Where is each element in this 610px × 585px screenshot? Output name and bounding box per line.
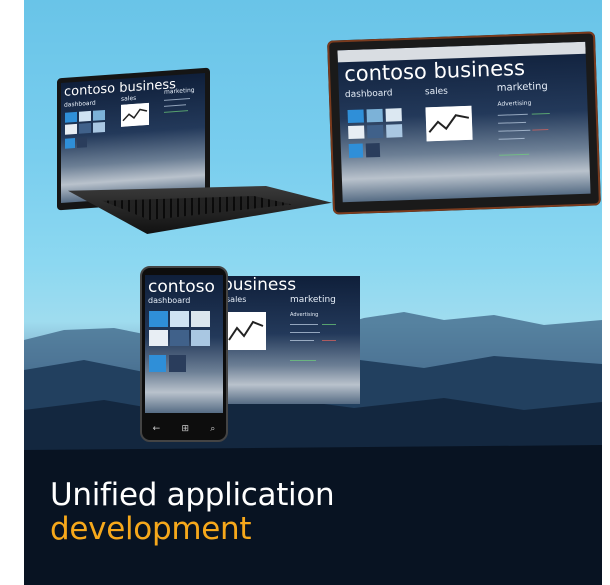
monitor-tile <box>347 109 364 124</box>
laptop-text-line <box>164 104 186 107</box>
monitor-text-line <box>532 129 549 131</box>
phone-tile <box>191 330 210 346</box>
phone-hardware-buttons: ← ⊞ ⌕ <box>142 424 226 434</box>
panel-sales-chart <box>226 312 266 350</box>
monitor-text-line <box>497 113 528 116</box>
laptop-tile <box>77 137 87 148</box>
page: contoso business dashboard sales marketi… <box>0 0 610 585</box>
hero-scene: contoso business dashboard sales marketi… <box>24 0 602 585</box>
phone-tile <box>149 330 168 346</box>
monitor-text-line <box>499 153 530 156</box>
laptop-tile <box>79 110 91 122</box>
phone-device: contoso dashboard ← ⊞ ⌕ <box>140 266 228 442</box>
phone-tile <box>191 311 210 327</box>
back-icon[interactable]: ← <box>153 424 161 434</box>
phone-tile <box>149 355 166 372</box>
windows-icon[interactable]: ⊞ <box>181 424 189 434</box>
monitor-text-line <box>498 129 531 132</box>
monitor-sales-chart <box>425 105 473 142</box>
phone-tile <box>170 330 189 346</box>
monitor-text-line <box>531 113 550 115</box>
extended-app-panel: business sales marketing Advertising <box>224 276 360 404</box>
laptop-tile <box>93 109 105 121</box>
phone-tile <box>149 311 168 327</box>
monitor-tile <box>386 124 403 138</box>
panel-app-title-fragment: business <box>224 276 297 295</box>
monitor-tile <box>366 108 383 123</box>
phone-section-dashboard: dashboard <box>148 296 191 305</box>
laptop-screen: contoso business dashboard sales marketi… <box>61 72 205 204</box>
monitor-screen: contoso business dashboard sales marketi… <box>337 41 591 203</box>
monitor-tile <box>365 142 381 158</box>
phone-tile <box>170 311 189 327</box>
monitor-section-dashboard: dashboard <box>344 88 393 101</box>
laptop-text-line <box>164 98 190 101</box>
monitor-section-marketing: marketing <box>496 81 548 94</box>
search-icon[interactable]: ⌕ <box>210 424 215 434</box>
phone-screen: contoso dashboard <box>145 275 223 413</box>
caption: Unified application development <box>50 478 570 546</box>
monitor-text-line <box>498 137 525 140</box>
laptop-tile <box>65 111 77 123</box>
laptop-section-dashboard: dashboard <box>64 99 96 109</box>
laptop-section-sales: sales <box>121 94 137 103</box>
panel-section-sales: sales <box>226 295 247 304</box>
phone-app-title-fragment: contoso <box>148 277 215 297</box>
laptop-tile <box>79 122 91 134</box>
monitor-tile <box>367 124 384 139</box>
laptop-tile <box>93 121 105 133</box>
laptop-section-marketing: marketing <box>164 86 195 96</box>
monitor-text-line <box>498 121 527 124</box>
laptop-tile <box>65 138 75 149</box>
monitor-app-title: contoso business <box>343 55 526 87</box>
caption-line-2: development <box>50 511 252 547</box>
laptop-sales-chart <box>121 102 149 127</box>
panel-text-line <box>290 324 318 325</box>
panel-text-line <box>290 360 316 361</box>
laptop-tile <box>65 123 77 135</box>
panel-text-line <box>290 340 314 341</box>
panel-text-line <box>322 340 336 341</box>
caption-line-1: Unified application <box>50 477 335 513</box>
panel-text-line <box>290 332 320 333</box>
monitor-tile <box>385 108 402 122</box>
monitor-tile <box>348 143 364 159</box>
monitor-section-sales: sales <box>424 86 449 98</box>
phone-tile <box>169 355 186 372</box>
panel-text-line <box>322 324 336 325</box>
monitor-marketing-sub: Advertising <box>497 99 532 108</box>
laptop-text-line <box>164 110 188 113</box>
panel-marketing-sub: Advertising <box>290 312 319 318</box>
monitor-tile <box>348 125 365 140</box>
panel-section-marketing: marketing <box>290 295 336 305</box>
